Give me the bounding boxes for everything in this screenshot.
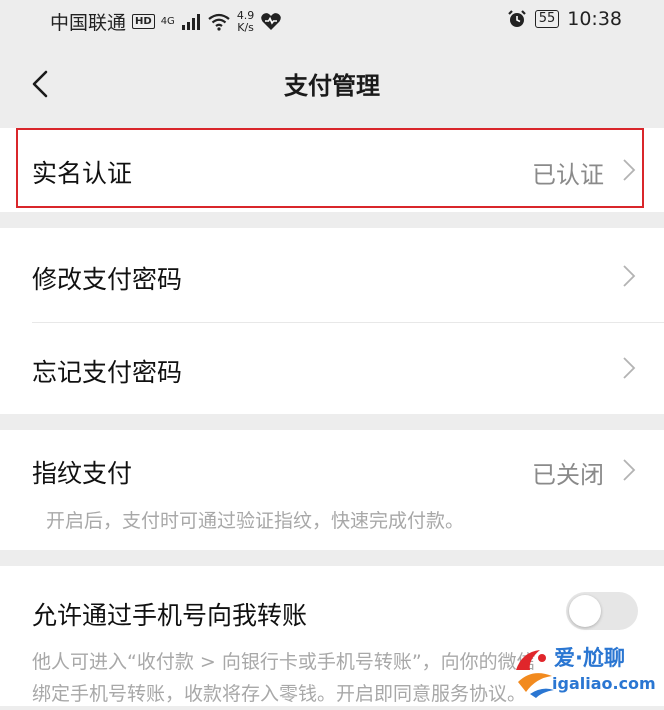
signal-icon: [181, 13, 200, 30]
chevron-right-icon: [623, 357, 636, 379]
phone-transfer-label: 允许通过手机号向我转账: [32, 601, 308, 630]
speed-unit: K/s: [237, 20, 254, 34]
carrier-label: 中国联通: [50, 12, 127, 34]
forgot-password-label: 忘记支付密码: [32, 358, 183, 387]
change-password-label: 修改支付密码: [32, 265, 183, 294]
battery-indicator: 55: [534, 10, 560, 28]
network-speed: 4.9 K/s: [236, 8, 255, 34]
status-bar-right: 55 10:38: [507, 8, 622, 30]
status-bar-left: 中国联通 HD 4G 4.9 K/s: [50, 8, 282, 35]
network-label: 4G: [160, 15, 175, 27]
fingerprint-label: 指纹支付: [32, 459, 133, 488]
realname-label: 实名认证: [32, 159, 133, 188]
realname-card: 实名认证 已认证: [0, 128, 664, 212]
watermark-logo-icon: [516, 650, 554, 698]
password-card: 修改支付密码 忘记支付密码: [0, 228, 664, 414]
hd-badge: HD: [132, 14, 155, 29]
toggle-knob: [569, 595, 601, 627]
chevron-right-icon: [623, 265, 636, 287]
watermark: 爱·尬聊 igaliao.com: [512, 642, 662, 704]
clock: 10:38: [567, 8, 622, 30]
phone-transfer-toggle[interactable]: [566, 592, 638, 630]
chevron-right-icon: [623, 159, 636, 181]
status-bar: 中国联通 HD 4G 4.9 K/s 55 10:38: [0, 0, 664, 40]
fingerprint-description: 开启后，支付时可通过验证指纹，快速完成付款。: [46, 510, 465, 532]
realname-status: 已认证: [532, 161, 604, 189]
speed-value: 4.9: [236, 8, 255, 22]
watermark-url: igaliao.com: [552, 674, 656, 693]
heart-health-icon: [261, 12, 282, 30]
realname-row[interactable]: 实名认证 已认证: [0, 128, 664, 212]
fingerprint-row[interactable]: 指纹支付 已关闭: [0, 430, 664, 506]
fingerprint-card: 指纹支付 已关闭 开启后，支付时可通过验证指纹，快速完成付款。: [0, 430, 664, 550]
forgot-password-row[interactable]: 忘记支付密码: [0, 323, 664, 414]
nav-bar: 支付管理: [0, 44, 664, 124]
chevron-right-icon: [623, 459, 636, 481]
alarm-icon: [507, 10, 526, 27]
page-title: 支付管理: [284, 72, 380, 100]
fingerprint-status: 已关闭: [532, 461, 604, 489]
watermark-title: 爱·尬聊: [554, 646, 625, 670]
wifi-icon: [208, 13, 230, 31]
change-password-row[interactable]: 修改支付密码: [0, 228, 664, 322]
